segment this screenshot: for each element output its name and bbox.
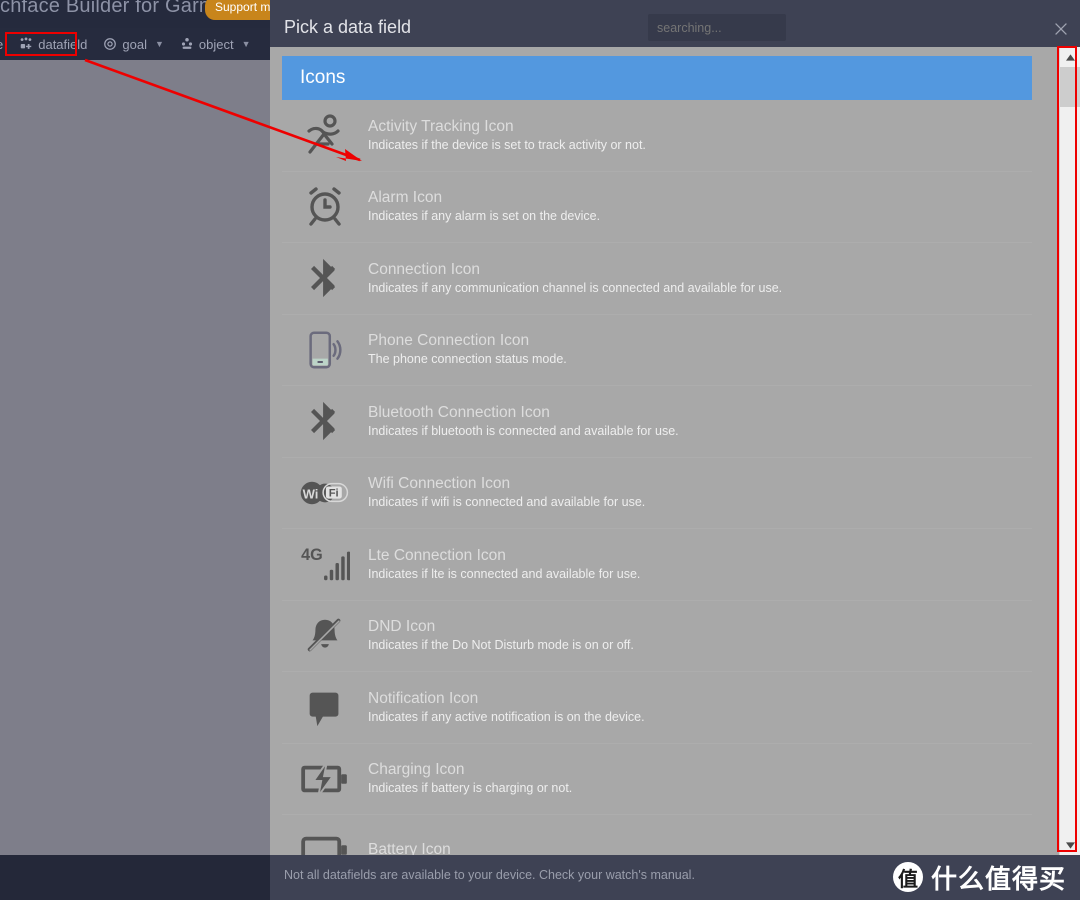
list-item-desc: Indicates if battery is charging or not.	[368, 781, 573, 796]
list-item-text: Lte Connection Icon Indicates if lte is …	[368, 546, 640, 583]
list-item[interactable]: Phone Connection Icon The phone connecti…	[282, 314, 1032, 386]
footer-note: Not all datafields are available to your…	[284, 868, 695, 882]
list-item-text: Connection Icon Indicates if any communi…	[368, 260, 782, 297]
list-item-text: Phone Connection Icon The phone connecti…	[368, 331, 567, 368]
charging-icon	[282, 746, 368, 812]
watermark-logo-icon: 值	[892, 862, 923, 892]
list-item-text: Charging Icon Indicates if battery is ch…	[368, 760, 572, 797]
phone-connection-icon	[282, 317, 368, 383]
list-item-title: DND Icon	[368, 618, 436, 636]
scroll-down-button[interactable]	[1060, 835, 1080, 855]
activity-tracking-icon	[282, 102, 368, 168]
list-item-text: DND Icon Indicates if the Do Not Disturb…	[368, 617, 634, 654]
list-item[interactable]: Activity Tracking Icon Indicates if the …	[282, 100, 1032, 172]
list-item-title: Connection Icon	[368, 260, 481, 278]
list-item-desc: Indicates if the Do Not Disturb mode is …	[368, 638, 634, 653]
list-item-desc: Indicates if any alarm is set on the dev…	[368, 209, 601, 224]
list-item-title: Phone Connection Icon	[368, 332, 530, 350]
list-item-desc: Indicates if wifi is connected and avail…	[368, 495, 646, 510]
close-icon[interactable]	[1048, 16, 1074, 42]
list-item[interactable]: Wi Fi Wifi Connection Icon Indicates if …	[282, 457, 1032, 529]
group-header-icons: Icons	[282, 56, 1032, 100]
search-input[interactable]	[648, 14, 786, 41]
chevron-down-icon: ▼	[154, 39, 164, 49]
list-item-title: Battery Icon	[368, 841, 451, 855]
svg-text:Fi: Fi	[329, 487, 339, 499]
list-item-text: Activity Tracking Icon Indicates if the …	[368, 117, 646, 154]
list-item-desc: Indicates if bluetooth is connected and …	[368, 423, 679, 438]
list-item-text: Bluetooth Connection Icon Indicates if b…	[368, 403, 679, 440]
toolbar-item-object-label: object	[198, 36, 234, 52]
connection-icon	[282, 245, 368, 311]
list-item-title: Activity Tracking Icon	[368, 117, 514, 135]
list-item-title: Lte Connection Icon	[368, 546, 506, 564]
screen-root: chface Builder for Garmin Support my wor…	[0, 0, 1080, 900]
object-icon	[180, 37, 194, 51]
toolbar-item-cut[interactable]: e	[0, 34, 11, 55]
group-header-label: Icons	[300, 67, 346, 88]
list-item-desc: Indicates if any active notification is …	[368, 709, 645, 724]
list-item-desc: The phone connection status mode.	[368, 352, 567, 367]
list-item-text: Alarm Icon Indicates if any alarm is set…	[368, 188, 600, 225]
list-item[interactable]: 4G Lte Connection Icon Indicates if lte …	[282, 529, 1032, 601]
list-item-text: Battery Icon	[368, 840, 451, 855]
alarm-icon	[282, 174, 368, 240]
svg-text:Wi: Wi	[303, 486, 319, 501]
dnd-icon	[282, 603, 368, 669]
lte-connection-icon: 4G	[282, 531, 368, 597]
goal-icon	[103, 37, 117, 51]
list-item-title: Notification Icon	[368, 689, 479, 707]
list-item-title: Alarm Icon	[368, 189, 443, 207]
list-item-title: Wifi Connection Icon	[368, 475, 511, 493]
toolbar-item-cut-label: e	[0, 37, 3, 52]
watermark: 值 什么值得买	[892, 856, 1066, 898]
scrollbar-thumb[interactable]	[1060, 67, 1080, 107]
list-item-desc: Indicates if the device is set to track …	[368, 137, 646, 152]
chevron-down-icon: ▼	[241, 39, 251, 49]
battery-icon	[282, 817, 368, 855]
list-item[interactable]: DND Icon Indicates if the Do Not Disturb…	[282, 600, 1032, 672]
svg-text:4G: 4G	[301, 546, 323, 564]
toolbar-item-goal-label: goal	[122, 36, 147, 52]
list-item[interactable]: Battery Icon	[282, 815, 1032, 855]
notification-icon	[282, 674, 368, 740]
list-item[interactable]: Alarm Icon Indicates if any alarm is set…	[282, 171, 1032, 243]
list-item-desc: Indicates if any communication channel i…	[368, 280, 783, 295]
modal-body: Icons Activity Tracking Icon Indicates i…	[270, 47, 1080, 855]
pick-data-field-modal: Pick a data field Icons	[270, 0, 1080, 900]
modal-title: Pick a data field	[284, 17, 412, 37]
app-title: chface Builder for Garmin	[0, 0, 232, 17]
bluetooth-connection-icon	[282, 388, 368, 454]
list-item-desc: Indicates if lte is connected and availa…	[368, 566, 641, 581]
list-item-text: Wifi Connection Icon Indicates if wifi i…	[368, 474, 645, 511]
toolbar-item-datafield[interactable]: datafield	[11, 34, 95, 55]
wifi-connection-icon: Wi Fi	[282, 460, 368, 526]
list-item[interactable]: Bluetooth Connection Icon Indicates if b…	[282, 386, 1032, 458]
watermark-text: 什么值得买	[930, 864, 1066, 895]
list-item-title: Bluetooth Connection Icon	[368, 403, 550, 421]
list-item-text: Notification Icon Indicates if any activ…	[368, 689, 645, 726]
scroll-up-button[interactable]	[1060, 47, 1080, 67]
list-item[interactable]: Notification Icon Indicates if any activ…	[282, 672, 1032, 744]
datafield-icon	[19, 37, 33, 51]
list-scrollbar[interactable]	[1059, 47, 1080, 855]
list-item-title: Charging Icon	[368, 761, 465, 779]
list-item[interactable]: Connection Icon Indicates if any communi…	[282, 243, 1032, 315]
toolbar-item-goal[interactable]: goal ▼	[95, 34, 172, 55]
toolbar-item-object[interactable]: object ▼	[172, 34, 259, 55]
datafield-list: Icons Activity Tracking Icon Indicates i…	[270, 47, 1059, 855]
toolbar-item-datafield-label: datafield	[38, 36, 88, 52]
list-item[interactable]: Charging Icon Indicates if battery is ch…	[282, 743, 1032, 815]
